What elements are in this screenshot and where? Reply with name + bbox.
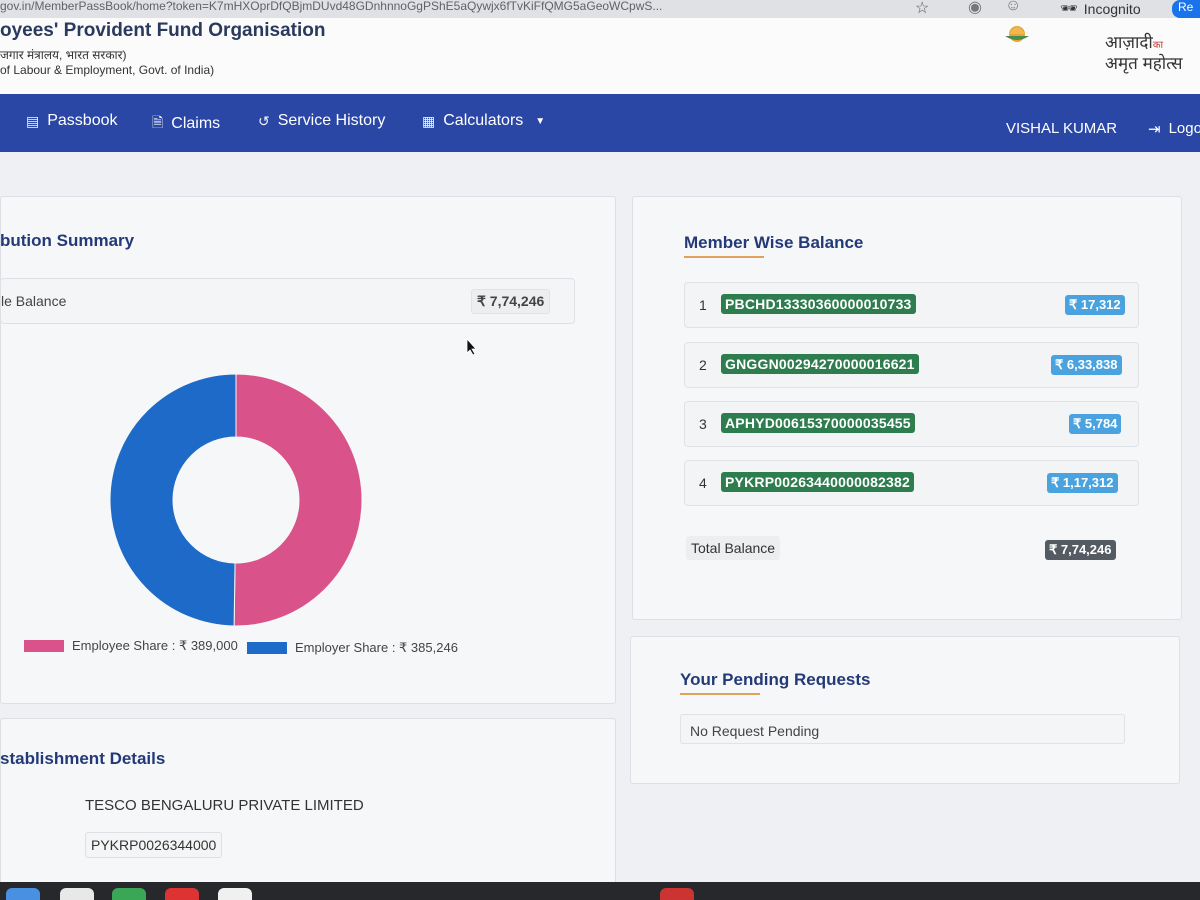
nav-service-history[interactable]: ↺ Service History xyxy=(258,112,385,130)
legend-swatch xyxy=(24,640,64,652)
total-balance-value: ₹ 7,74,246 xyxy=(1045,540,1116,560)
app-icon[interactable] xyxy=(660,888,694,900)
total-balance-row: le Balance ₹ 7,74,246 xyxy=(0,278,575,324)
calendar-icon[interactable] xyxy=(165,888,199,900)
member-wise-balance-title: Member Wise Balance xyxy=(684,233,864,252)
establishment-details-title: stablishment Details xyxy=(0,749,166,768)
balance-label: le Balance xyxy=(1,293,67,309)
donut-slice-employer-share[interactable] xyxy=(109,373,237,627)
member-row[interactable]: 4 PYKRP00263440000082382 ₹ 1,17,312 xyxy=(684,460,1139,506)
mouse-cursor-icon xyxy=(466,338,477,356)
azadi-ka-amrit-mahotsav-logo: आज़ादीका अमृत महोत्स xyxy=(1105,33,1183,73)
relaunch-button[interactable]: Re xyxy=(1172,0,1200,18)
passbook-icon: ▤ xyxy=(26,112,40,129)
contribution-summary-title: bution Summary xyxy=(0,231,135,250)
no-request-text: No Request Pending xyxy=(690,723,820,739)
bookmark-star-icon[interactable]: ☆ xyxy=(915,0,929,18)
legend-employee-share[interactable]: Employee Share : ₹ 389,000 xyxy=(24,638,238,654)
os-taskbar xyxy=(0,882,1200,900)
site-header: oyees' Provident Fund Organisation जगार … xyxy=(0,18,1200,94)
nav-passbook[interactable]: ▤ Passbook xyxy=(26,112,118,130)
org-subtitle-english: of Labour & Employment, Govt. of India) xyxy=(0,63,215,77)
nav-calculators[interactable]: ▦ Calculators ▼ xyxy=(422,112,545,130)
lotus-icon xyxy=(1005,26,1029,42)
member-row[interactable]: 3 APHYD00615370000035455 ₹ 5,784 xyxy=(684,401,1139,447)
nav-claims[interactable]: 🗎 Claims xyxy=(152,112,220,136)
establishment-code: PYKRP0026344000 xyxy=(85,832,223,858)
member-row[interactable]: 2 GNGGN00294270000016621 ₹ 6,33,838 xyxy=(684,342,1139,388)
pending-requests-panel xyxy=(630,636,1180,784)
caret-down-icon: ▼ xyxy=(535,115,546,127)
g20-logo xyxy=(960,22,1050,62)
pending-requests-list: No Request Pending xyxy=(680,714,1125,744)
member-row[interactable]: 1 PBCHD13330360000010733 ₹ 17,312 xyxy=(684,282,1139,328)
logout-link[interactable]: ⇥ Logo xyxy=(1148,120,1200,138)
extension-icon[interactable]: ◉ xyxy=(968,0,982,17)
app-icon[interactable] xyxy=(60,888,94,900)
member-id-badge: PYKRP00263440000082382 xyxy=(721,472,914,492)
app-icon[interactable] xyxy=(112,888,146,900)
contribution-donut-chart xyxy=(109,373,363,627)
browser-toolbar: gov.in/MemberPassBook/home?token=K7mHXOp… xyxy=(0,0,1200,18)
legend-employer-share[interactable]: Employer Share : ₹ 385,246 xyxy=(247,640,458,656)
incognito-indicator[interactable]: 🕶 Incognito xyxy=(1060,0,1141,17)
pending-requests-title: Your Pending Requests xyxy=(680,670,871,689)
member-id-badge: GNGGN00294270000016621 xyxy=(721,354,919,374)
legend-swatch xyxy=(247,642,287,654)
main-navbar: ▤ Passbook 🗎 Claims ↺ Service History ▦ … xyxy=(0,94,1200,152)
balance-value: ₹ 7,74,246 xyxy=(471,289,551,314)
member-amount-badge: ₹ 5,784 xyxy=(1069,414,1122,434)
member-amount-badge: ₹ 6,33,838 xyxy=(1051,355,1122,375)
donut-slice-employee-share[interactable] xyxy=(233,373,363,627)
org-title: oyees' Provident Fund Organisation xyxy=(0,20,326,41)
title-underline xyxy=(680,693,760,695)
incognito-label: Incognito xyxy=(1083,0,1141,17)
member-amount-badge: ₹ 17,312 xyxy=(1065,295,1125,315)
calculator-icon: ▦ xyxy=(422,112,436,129)
profile-icon[interactable]: ☺ xyxy=(1005,0,1021,15)
total-balance-label: Total Balance xyxy=(686,536,781,560)
title-underline xyxy=(684,256,764,258)
address-bar[interactable]: gov.in/MemberPassBook/home?token=K7mHXOp… xyxy=(0,0,900,18)
member-id-badge: APHYD00615370000035455 xyxy=(721,413,915,433)
user-name[interactable]: VISHAL KUMAR xyxy=(1006,120,1117,137)
logout-icon: ⇥ xyxy=(1148,121,1161,138)
member-amount-badge: ₹ 1,17,312 xyxy=(1047,473,1118,493)
member-id-badge: PBCHD13330360000010733 xyxy=(721,294,916,314)
app-icon[interactable] xyxy=(218,888,252,900)
org-subtitle-hindi: जगार मंत्रालय, भारत सरकार) xyxy=(0,48,127,62)
document-icon: 🗎 xyxy=(152,114,164,130)
history-icon: ↺ xyxy=(258,112,270,129)
incognito-icon: 🕶 xyxy=(1060,0,1078,16)
finder-icon[interactable] xyxy=(6,888,40,900)
establishment-name: TESCO BENGALURU PRIVATE LIMITED xyxy=(85,797,364,814)
